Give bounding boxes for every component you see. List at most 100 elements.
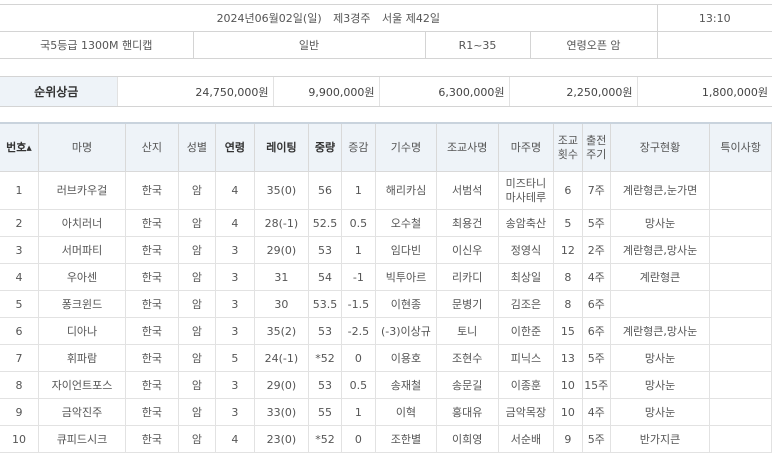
col-horse[interactable]: 마명 <box>37 122 127 172</box>
race-date: 2024년06월02일(일) <box>216 12 322 25</box>
table-row: 2 아치러너 한국 암 4 28(-1) 52.5 0.5 오수철 최용건 송암… <box>0 209 772 237</box>
trainer-link[interactable]: 최용건 <box>435 209 499 237</box>
jockey-link[interactable]: 이혁 <box>375 398 437 426</box>
entry-weight: *52 <box>308 344 342 372</box>
entry-sex: 암 <box>177 317 217 345</box>
col-sex[interactable]: 성별 <box>177 122 217 172</box>
trainer-link[interactable]: 서범석 <box>435 171 499 210</box>
entry-interval: 7주 <box>581 171 611 210</box>
col-equipment[interactable]: 장구현황 <box>609 122 711 172</box>
entry-notes <box>709 236 772 264</box>
owner-link[interactable]: 정영식 <box>497 236 555 264</box>
owner-link[interactable]: 미즈타니 마사테루 <box>497 171 555 210</box>
entry-weight-change: 0 <box>340 344 377 372</box>
entry-sex: 암 <box>177 425 217 453</box>
horse-link[interactable]: 러브카우걸 <box>37 171 127 210</box>
entry-weight-change: 0 <box>340 425 377 453</box>
entries-table: 번호▲ 마명 산지 성별 연령 레이팅 중량 증감 기수명 조교사명 마주명 조… <box>0 122 772 453</box>
entry-sex: 암 <box>177 263 217 291</box>
entry-notes <box>709 344 772 372</box>
trainer-link[interactable]: 이희영 <box>435 425 499 453</box>
horse-link[interactable]: 휘파람 <box>37 344 127 372</box>
entry-weight-change: -1 <box>340 263 377 291</box>
entry-equipment: 망사눈 <box>609 371 711 399</box>
entry-train-count: 15 <box>553 317 583 345</box>
owner-link[interactable]: 이한준 <box>497 317 555 345</box>
col-jockey[interactable]: 기수명 <box>375 122 437 172</box>
owner-link[interactable]: 서순배 <box>497 425 555 453</box>
col-origin[interactable]: 산지 <box>125 122 179 172</box>
entry-weight: 52.5 <box>308 209 342 237</box>
horse-link[interactable]: 디아나 <box>37 317 127 345</box>
col-owner[interactable]: 마주명 <box>497 122 555 172</box>
owner-link[interactable]: 피닉스 <box>497 344 555 372</box>
col-weight[interactable]: 중량 <box>308 122 342 172</box>
sort-asc-icon: ▲ <box>26 143 32 152</box>
trainer-link[interactable]: 조현수 <box>435 344 499 372</box>
trainer-link[interactable]: 이신우 <box>435 236 499 264</box>
entry-rating: 28(-1) <box>253 209 310 237</box>
jockey-link[interactable]: 송재철 <box>375 371 437 399</box>
table-row: 6 디아나 한국 암 3 35(2) 53 -2.5 (-3)이상규 토니 이한… <box>0 317 772 345</box>
entry-age: 3 <box>215 263 255 291</box>
owner-link[interactable]: 최상일 <box>497 263 555 291</box>
horse-link[interactable]: 큐피드시크 <box>37 425 127 453</box>
race-info-table: 2024년06월02일(일) 제3경주 서울 제42일 13:10 국5등급 1… <box>0 4 773 59</box>
col-weight-change[interactable]: 증감 <box>340 122 377 172</box>
trainer-link[interactable]: 리카디 <box>435 263 499 291</box>
entry-notes <box>709 263 772 291</box>
jockey-link[interactable]: 해리카심 <box>375 171 437 210</box>
jockey-link[interactable]: 이현종 <box>375 290 437 318</box>
col-trainer[interactable]: 조교사명 <box>435 122 499 172</box>
horse-link[interactable]: 우아센 <box>37 263 127 291</box>
horse-link[interactable]: 퐁크윈드 <box>37 290 127 318</box>
trainer-link[interactable]: 송문길 <box>435 371 499 399</box>
jockey-link[interactable]: (-3)이상규 <box>375 317 437 345</box>
jockey-link[interactable]: 조한별 <box>375 425 437 453</box>
prize-1st: 24,750,000원 <box>116 76 273 107</box>
owner-link[interactable]: 금악목장 <box>497 398 555 426</box>
entry-equipment: 계란형큰,망사눈 <box>609 317 711 345</box>
jockey-link[interactable]: 오수철 <box>375 209 437 237</box>
entry-origin: 한국 <box>125 425 179 453</box>
table-row: 7 휘파람 한국 암 5 24(-1) *52 0 이용호 조현수 피닉스 13… <box>0 344 772 372</box>
horse-link[interactable]: 자이언트포스 <box>37 371 127 399</box>
race-header: 2024년06월02일(일) 제3경주 서울 제42일 <box>0 4 658 32</box>
entry-interval: 5주 <box>581 344 611 372</box>
horse-link[interactable]: 서머파티 <box>37 236 127 264</box>
col-age[interactable]: 연령 <box>215 122 255 172</box>
entry-interval: 5주 <box>581 209 611 237</box>
entry-train-count: 8 <box>553 290 583 318</box>
entry-age: 3 <box>215 290 255 318</box>
table-row: 9 금악진주 한국 암 3 33(0) 55 1 이혁 홍대유 금악목장 10 … <box>0 398 772 426</box>
trainer-link[interactable]: 토니 <box>435 317 499 345</box>
col-no[interactable]: 번호▲ <box>0 122 39 172</box>
entries-body: 1 러브카우걸 한국 암 4 35(0) 56 1 해리카심 서범석 미즈타니 마… <box>0 171 772 453</box>
entry-age: 3 <box>215 371 255 399</box>
race-week: 제3경주 <box>333 12 371 25</box>
owner-link[interactable]: 송암축산 <box>497 209 555 237</box>
trainer-link[interactable]: 문병기 <box>435 290 499 318</box>
horse-link[interactable]: 아치러너 <box>37 209 127 237</box>
col-interval[interactable]: 출전 주기 <box>581 122 611 172</box>
jockey-link[interactable]: 빅투아르 <box>375 263 437 291</box>
horse-link[interactable]: 금악진주 <box>37 398 127 426</box>
prize-3rd: 6,300,000원 <box>378 76 509 107</box>
prize-5th: 1,800,000원 <box>636 76 772 107</box>
race-entry-page: 2024년06월02일(일) 제3경주 서울 제42일 13:10 국5등급 1… <box>0 0 773 460</box>
col-notes[interactable]: 특이사항 <box>709 122 772 172</box>
col-train-count[interactable]: 조교 횟수 <box>553 122 583 172</box>
entry-train-count: 9 <box>553 425 583 453</box>
owner-link[interactable]: 이종훈 <box>497 371 555 399</box>
entry-interval: 15주 <box>581 371 611 399</box>
trainer-link[interactable]: 홍대유 <box>435 398 499 426</box>
entry-notes <box>709 371 772 399</box>
entry-origin: 한국 <box>125 171 179 210</box>
jockey-link[interactable]: 이용호 <box>375 344 437 372</box>
entry-origin: 한국 <box>125 398 179 426</box>
jockey-link[interactable]: 임다빈 <box>375 236 437 264</box>
col-rating[interactable]: 레이팅 <box>253 122 310 172</box>
entry-equipment: 망사눈 <box>609 344 711 372</box>
entry-equipment: 계란형큰,눈가면 <box>609 171 711 210</box>
owner-link[interactable]: 김조은 <box>497 290 555 318</box>
